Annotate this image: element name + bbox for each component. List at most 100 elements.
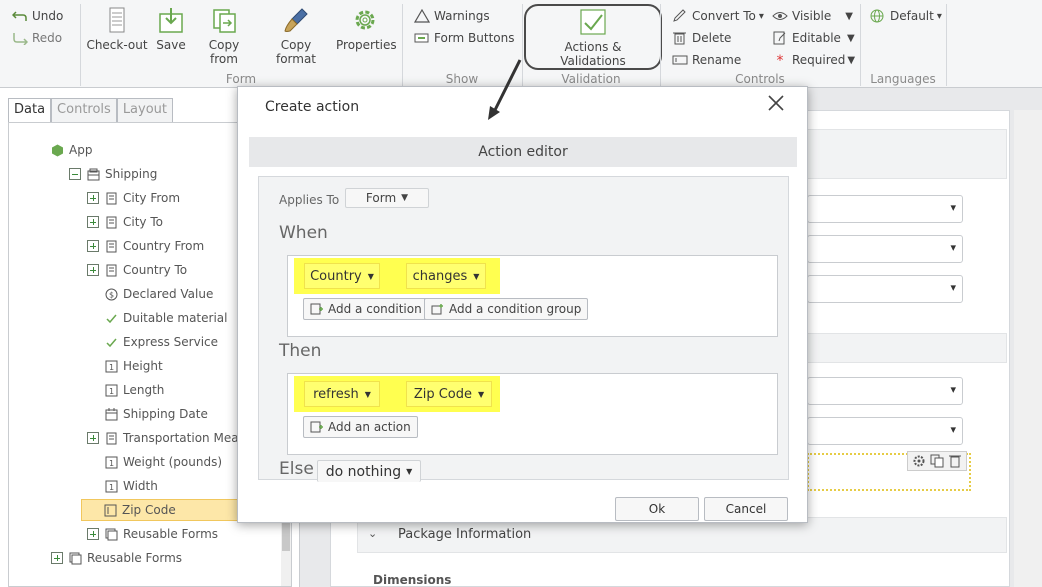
page-scrollbar[interactable]	[1014, 110, 1042, 587]
save-label: Save	[156, 38, 186, 52]
eye-icon	[772, 12, 788, 20]
asterisk-icon: *	[776, 53, 784, 69]
tree-node-transportation-mean[interactable]: Transportation Mean	[87, 427, 246, 449]
number-icon: 1	[105, 384, 118, 396]
panel-tabs: Data Controls Layout	[8, 98, 174, 122]
collapse-icon[interactable]	[69, 168, 81, 180]
redo-button[interactable]: Redo	[12, 31, 62, 45]
tree-node-reusable-forms[interactable]: Reusable Forms	[51, 547, 182, 569]
rename-icon	[672, 55, 688, 65]
undo-button[interactable]: Undo	[12, 9, 63, 23]
create-action-dialog: Create action Action editor Applies To F…	[237, 86, 808, 523]
expand-icon[interactable]	[87, 432, 99, 444]
copy-icon[interactable]	[930, 454, 944, 468]
cancel-button[interactable]: Cancel	[704, 497, 788, 521]
warnings-toggle[interactable]: Warnings	[414, 9, 490, 23]
action-target-dropdown[interactable]: Zip Code ▼	[406, 381, 492, 407]
tree-label: Weight (pounds)	[123, 455, 223, 469]
tree-label: Zip Code	[122, 503, 176, 517]
rename-button[interactable]: Rename	[672, 53, 741, 67]
form-dropdown[interactable]	[807, 417, 963, 445]
expand-icon[interactable]	[51, 552, 63, 564]
expand-icon[interactable]	[87, 192, 99, 204]
number-icon: 1	[105, 456, 118, 468]
paintbrush-icon	[284, 8, 308, 32]
language-dropdown[interactable]: Default	[870, 9, 942, 23]
cube-icon	[52, 144, 63, 156]
expand-icon[interactable]	[87, 216, 99, 228]
forms-icon	[69, 552, 82, 564]
add-condition-group-button[interactable]: Add a condition group	[424, 298, 589, 320]
tree-node-city-to[interactable]: City To	[87, 211, 163, 233]
tree-node-zip-code[interactable]: Zip Code	[81, 499, 241, 521]
copy-from-button[interactable]: Copy from	[193, 6, 255, 66]
tab-controls[interactable]: Controls	[51, 98, 117, 122]
tree-node-shipping-date[interactable]: Shipping Date	[105, 403, 208, 425]
trash-icon	[673, 32, 686, 45]
tree-node-height[interactable]: 1 Height	[105, 355, 163, 377]
text-field-icon	[104, 504, 117, 516]
visible-label: Visible	[792, 9, 832, 23]
then-label: Then	[279, 341, 322, 361]
tab-data[interactable]: Data	[8, 98, 52, 122]
chevron-down-icon: ▼	[478, 389, 485, 399]
tree-node-weight[interactable]: 1 Weight (pounds)	[105, 451, 222, 473]
dialog-title: Create action	[265, 99, 360, 115]
add-condition-button[interactable]: Add a condition	[303, 298, 429, 320]
applies-to-dropdown[interactable]: Form ▼	[345, 188, 429, 208]
visible-dropdown[interactable]: Visible ▼	[772, 9, 853, 23]
tree-node-duitable-material[interactable]: Duitable material	[105, 307, 227, 329]
tree-node-declared-value[interactable]: $ Declared Value	[105, 283, 213, 305]
warning-icon	[414, 9, 430, 23]
else-dropdown[interactable]: do nothing ▼	[317, 460, 421, 482]
form-date-field[interactable]	[807, 275, 963, 303]
checkout-button[interactable]: Check-out	[86, 6, 148, 52]
group-separator	[946, 4, 947, 86]
add-action-button[interactable]: Add an action	[303, 416, 418, 438]
expand-icon[interactable]	[87, 528, 99, 540]
tree-node-country-to[interactable]: Country To	[87, 259, 187, 281]
tree-node-city-from[interactable]: City From	[87, 187, 180, 209]
tree-node-width[interactable]: 1 Width	[105, 475, 158, 497]
condition-operator-dropdown[interactable]: changes ▼	[406, 263, 486, 289]
tree-node-country-from[interactable]: Country From	[87, 235, 204, 257]
chevron-down-icon[interactable]: ⌄	[368, 527, 377, 540]
ok-button[interactable]: Ok	[615, 497, 699, 521]
expand-icon[interactable]	[87, 240, 99, 252]
form-dropdown[interactable]	[807, 377, 963, 405]
trash-icon[interactable]	[948, 454, 962, 468]
tree-node-length[interactable]: 1 Length	[105, 379, 164, 401]
add-condition-label: Add a condition	[328, 302, 422, 316]
form-dropdown[interactable]	[807, 195, 963, 223]
action-type-dropdown[interactable]: refresh ▼	[304, 381, 380, 407]
convert-to-dropdown[interactable]: Convert To	[672, 9, 764, 23]
expand-icon[interactable]	[87, 264, 99, 276]
properties-label: Properties	[336, 38, 397, 52]
tab-layout[interactable]: Layout	[116, 98, 174, 122]
form-group-label: Form	[225, 72, 257, 86]
copy-format-label: Copy format	[275, 38, 317, 66]
tree-node-app[interactable]: App	[51, 139, 92, 161]
checkout-icon	[109, 7, 125, 33]
delete-button[interactable]: Delete	[672, 31, 731, 45]
editable-dropdown[interactable]: Editable ▼	[772, 31, 855, 45]
controls-group-label: Controls	[735, 72, 785, 86]
form-dropdown[interactable]	[807, 235, 963, 263]
save-button[interactable]: Save	[154, 6, 188, 52]
close-icon[interactable]	[766, 93, 786, 113]
copy-format-button[interactable]: Copy format	[259, 6, 333, 66]
gear-icon[interactable]	[912, 454, 926, 468]
tree-node-reusable-forms-child[interactable]: Reusable Forms	[87, 523, 218, 545]
tree-label: Duitable material	[123, 311, 228, 325]
required-dropdown[interactable]: * Required ▼	[772, 53, 856, 69]
dimensions-label: Dimensions	[373, 573, 452, 587]
tree-node-shipping[interactable]: Shipping	[69, 163, 157, 185]
action-editor-header: Action editor	[249, 137, 797, 167]
chevron-down-icon: ▼	[401, 193, 409, 203]
tree-node-express-service[interactable]: Express Service	[105, 331, 218, 353]
condition-field-dropdown[interactable]: Country ▼	[304, 263, 380, 289]
form-buttons-label: Form Buttons	[434, 31, 515, 45]
tree-label: Country To	[123, 263, 188, 277]
form-buttons-toggle[interactable]: Form Buttons	[414, 31, 515, 45]
properties-button[interactable]: Properties	[336, 6, 397, 52]
